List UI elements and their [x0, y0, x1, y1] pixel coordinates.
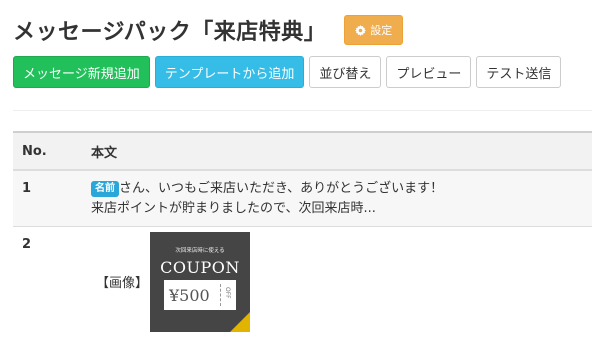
coupon-title: COUPON	[160, 258, 240, 277]
message-text-2: 来店ポイントが貯まりましたので、次回来店時...	[91, 201, 376, 216]
coupon-subtitle: 次回来店時に使える	[175, 248, 225, 254]
table-header: No. 本文	[13, 131, 592, 171]
ticket-separator	[220, 284, 221, 306]
settings-button[interactable]: 設定	[344, 15, 404, 45]
page-title: メッセージパック「来店特典」	[13, 20, 327, 45]
coupon-ticket: ¥500 OFF	[164, 280, 236, 310]
toolbar: メッセージ新規追加 テンプレートから追加 並び替え プレビュー テスト送信	[13, 56, 562, 88]
message-body: 名前 さん、いつもご来店いただき、ありがとうございます！ 来店ポイントが貯まりまし…	[91, 171, 592, 226]
table-row[interactable]: 2 【画像】 次回来店時に使える COUPON ¥500 OFF	[13, 227, 592, 344]
sort-button[interactable]: 並び替え	[309, 56, 382, 88]
message-line: 名前 さん、いつもご来店いただき、ありがとうございます！	[91, 179, 592, 199]
table-row[interactable]: 1 名前 さん、いつもご来店いただき、ありがとうございます！ 来店ポイントが貯まり…	[13, 171, 592, 227]
coupon-amount: ¥500	[169, 285, 210, 305]
message-body: 【画像】 次回来店時に使える COUPON ¥500 OFF	[91, 227, 592, 344]
column-header-body: 本文	[91, 145, 118, 161]
coupon-off: OFF	[224, 287, 231, 299]
coupon-image: 次回来店時に使える COUPON ¥500 OFF	[150, 232, 250, 332]
page-header: メッセージパック「来店特典」 設定	[13, 14, 404, 46]
preview-button[interactable]: プレビュー	[386, 56, 472, 88]
row-number: 1	[22, 181, 32, 196]
add-message-button[interactable]: メッセージ新規追加	[13, 56, 150, 88]
test-send-button[interactable]: テスト送信	[476, 56, 562, 88]
column-header-no: No.	[22, 143, 47, 159]
settings-label: 設定	[370, 24, 393, 37]
message-table: No. 本文 1 名前 さん、いつもご来店いただき、ありがとうございます！ 来店ポ…	[13, 131, 592, 344]
add-from-template-button[interactable]: テンプレートから追加	[154, 56, 305, 88]
row-number: 2	[22, 237, 32, 252]
image-label: 【画像】	[96, 276, 149, 291]
divider	[13, 110, 592, 111]
coupon-corner	[230, 312, 250, 332]
name-badge: 名前	[91, 181, 119, 197]
message-text-1: さん、いつもご来店いただき、ありがとうございます！	[119, 181, 444, 196]
gear-icon	[355, 24, 367, 36]
